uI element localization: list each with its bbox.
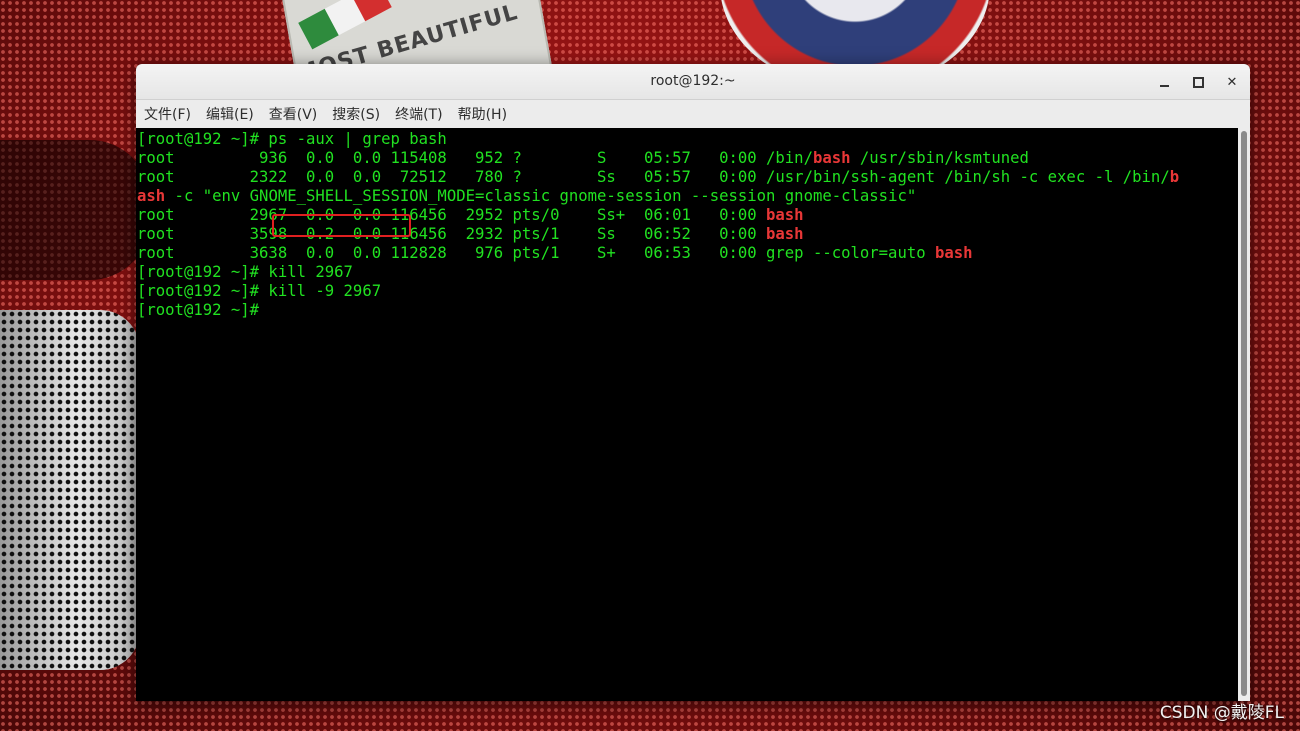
terminal-text: root 2322 0.0 0.0 72512 780 ? Ss 05:57 0… — [137, 168, 1170, 186]
terminal-text: bash — [766, 206, 804, 224]
terminal-line: [root@192 ~]# kill 2967 — [137, 263, 1238, 282]
watermark: CSDN @戴陵FL — [1159, 703, 1284, 723]
terminal-line: root 936 0.0 0.0 115408 952 ? S 05:57 0:… — [137, 149, 1238, 168]
terminal-text: -c "env GNOME_SHELL_SESSION_MODE=classic… — [165, 187, 917, 205]
menu-view[interactable]: 查看(V) — [269, 104, 318, 124]
terminal-text: [root@192 ~]# — [137, 301, 260, 319]
terminal-text: [root@192 ~]# kill 2967 — [137, 263, 353, 281]
terminal-text: root 3638 0.0 0.0 112828 976 pts/1 S+ 06… — [137, 244, 935, 262]
terminal-line: [root@192 ~]# ps -aux | grep bash — [137, 130, 1238, 149]
terminal-line: root 3638 0.0 0.0 112828 976 pts/1 S+ 06… — [137, 244, 1238, 263]
terminal-text: bash — [935, 244, 973, 262]
menu-file[interactable]: 文件(F) — [144, 104, 191, 124]
terminal-text: ash — [137, 187, 166, 205]
terminal-line: ash -c "env GNOME_SHELL_SESSION_MODE=cla… — [137, 187, 1238, 206]
menu-help[interactable]: 帮助(H) — [458, 104, 507, 124]
close-icon: ✕ — [1226, 74, 1238, 90]
menu-terminal[interactable]: 终端(T) — [395, 104, 442, 124]
menu-edit[interactable]: 编辑(E) — [206, 104, 254, 124]
minimize-button[interactable] — [1152, 70, 1176, 94]
scrollbar[interactable] — [1238, 128, 1250, 701]
scrollbar-thumb[interactable] — [1241, 131, 1247, 696]
title-bar[interactable]: root@192:~ ✕ — [136, 64, 1250, 100]
terminal-text: root 936 0.0 0.0 115408 952 ? S 05:57 0:… — [137, 149, 813, 167]
close-button[interactable]: ✕ — [1220, 70, 1244, 94]
minimize-icon — [1159, 85, 1169, 87]
terminal-text: b — [1169, 168, 1180, 186]
background-mesh — [0, 310, 140, 670]
terminal-window: root@192:~ ✕ 文件(F) 编辑(E) 查看(V) 搜索(S) 终端(… — [136, 64, 1250, 701]
terminal-line: root 2322 0.0 0.0 72512 780 ? Ss 05:57 0… — [137, 168, 1238, 187]
maximize-button[interactable] — [1186, 70, 1210, 94]
maximize-icon — [1192, 76, 1204, 88]
highlight-box — [272, 214, 411, 237]
menu-bar: 文件(F) 编辑(E) 查看(V) 搜索(S) 终端(T) 帮助(H) — [136, 100, 1250, 129]
menu-search[interactable]: 搜索(S) — [332, 104, 380, 124]
terminal-text: bash — [766, 225, 804, 243]
terminal-text: [root@192 ~]# kill -9 2967 — [137, 282, 382, 300]
terminal-text: bash — [812, 149, 851, 167]
terminal-text: /usr/sbin/ksmtuned — [850, 149, 1029, 167]
terminal-text: [root@192 ~]# ps -aux | grep bash — [137, 130, 447, 148]
terminal-line: [root@192 ~]# — [137, 301, 1238, 320]
background-shadow — [0, 140, 150, 280]
terminal-text: root 2967 0.0 0.0 116456 2952 pts/0 Ss+ … — [137, 206, 767, 224]
terminal-text: root 3598 0.2 0.0 116456 2932 pts/1 Ss 0… — [137, 225, 767, 243]
window-title: root@192:~ — [650, 73, 736, 89]
terminal-line: [root@192 ~]# kill -9 2967 — [137, 282, 1238, 301]
